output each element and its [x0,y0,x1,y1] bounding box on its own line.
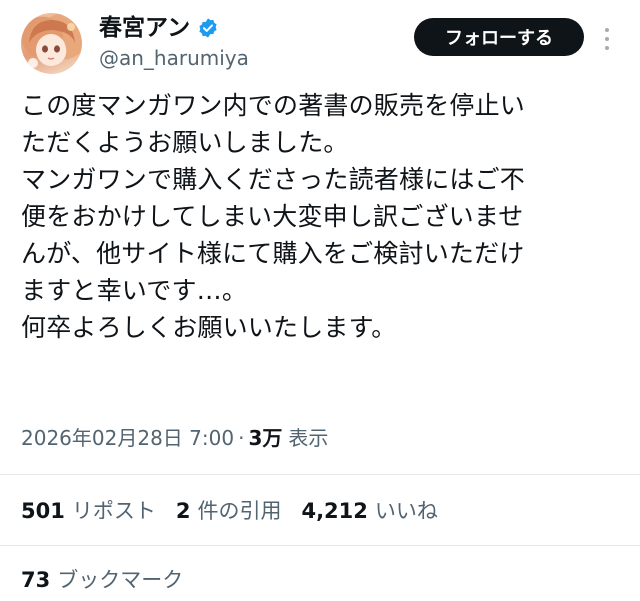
quotes-label: 件の引用 [197,499,282,523]
quotes-stat[interactable]: 2 件の引用 [176,497,282,525]
avatar[interactable] [21,13,82,74]
tweet-line: 何卒よろしくお願いいたします。 [21,313,397,342]
tweet-line: この度マンガワン内での著書の販売を停止い [21,91,526,120]
tweet-line: 便をおかけしてしまい大変申し訳ございませ [21,202,524,231]
likes-stat[interactable]: 4,212 いいね [301,497,437,525]
quotes-count: 2 [175,499,191,523]
verified-badge-icon [199,18,217,38]
likes-count: 4,212 [301,499,368,523]
tweet-line: んが、他サイト様にて購入をご検討いただけ [21,239,525,268]
tweet-line: ますと幸いです…。 [21,276,248,305]
author-display-name[interactable]: 春宮アン [99,14,190,42]
tweet-timestamp[interactable]: 2026年02月28日 7:00 [21,424,234,452]
tweet-text: この度マンガワン内での著書の販売を停止い ただくようお願いしました。 マンガワン… [21,87,633,346]
bookmarks-stat[interactable]: 73 ブックマーク [21,566,183,594]
more-vertical-icon[interactable] [600,26,614,52]
views-label: 表示 [288,426,329,450]
reposts-count: 501 [21,499,65,523]
views-count: 3万 [248,426,283,450]
divider [0,474,640,475]
engagement-stats: 501 リポスト 2 件の引用 4,212 いいね [21,497,458,525]
likes-label: いいね [374,499,438,523]
tweet-line: マンガワンで購入くださった読者様にはご不 [21,165,526,194]
bookmarks-count: 73 [21,568,51,592]
avatar-illustration [28,20,75,68]
bookmarks-label: ブックマーク [57,568,184,592]
reposts-stat[interactable]: 501 リポスト [21,497,156,525]
author-handle[interactable]: @an_harumiya [99,46,249,70]
follow-button[interactable]: フォローする [414,18,584,56]
tweet-line: ただくようお願いしました。 [21,128,349,157]
reposts-label: リポスト [71,499,156,523]
tweet-meta: 2026年02月28日 7:00 · 3万 表示 [21,424,328,452]
divider [0,545,640,546]
meta-separator: · [238,426,245,450]
